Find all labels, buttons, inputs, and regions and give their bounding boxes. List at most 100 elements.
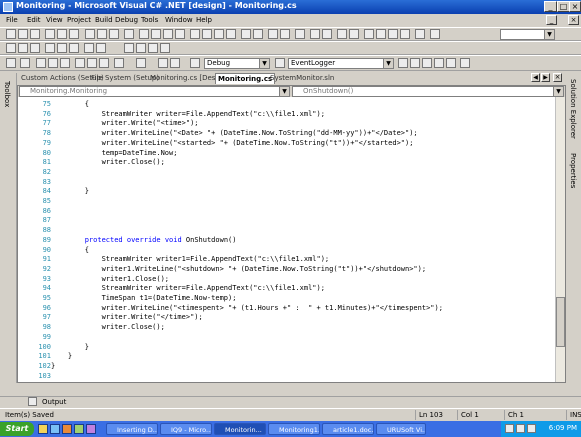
align-left-icon[interactable]	[6, 29, 16, 39]
vspace-dec-icon[interactable]	[214, 29, 224, 39]
grid-icon[interactable]	[124, 29, 134, 39]
hspace-icon[interactable]	[139, 29, 149, 39]
minimize-button[interactable]: _	[544, 1, 557, 12]
save-icon[interactable]	[48, 58, 58, 68]
menu-file[interactable]: File	[6, 16, 18, 24]
start-debug-icon[interactable]	[190, 58, 200, 68]
toolbox-icon[interactable]	[434, 58, 444, 68]
vertical-scrollbar[interactable]	[555, 97, 565, 382]
redo-icon[interactable]	[136, 58, 146, 68]
code-line[interactable]: writer.Close();	[51, 322, 165, 333]
bring-front-icon[interactable]	[268, 29, 278, 39]
class-dropdown[interactable]: Monitoring.Monitoring ▼	[19, 86, 290, 97]
code-line[interactable]: }	[51, 361, 55, 372]
toolbar-options-icon[interactable]	[460, 58, 470, 68]
quicklaunch-app2-icon[interactable]	[86, 424, 96, 434]
open-icon[interactable]	[36, 58, 46, 68]
tray-network-icon[interactable]	[505, 424, 514, 433]
align-center-icon[interactable]	[18, 29, 28, 39]
menu-edit[interactable]: Edit	[27, 16, 41, 24]
next-bookmark-icon[interactable]	[376, 29, 386, 39]
nav-forward-icon[interactable]	[170, 58, 180, 68]
copy-icon[interactable]	[87, 58, 97, 68]
code-line[interactable]: }	[51, 186, 89, 197]
member-dropdown[interactable]: OnShutdown() ▼	[292, 86, 564, 97]
taskbar-button[interactable]: URUSoft Vi...	[376, 423, 426, 435]
code-line[interactable]: writer.Close();	[51, 157, 165, 168]
arrange-icon[interactable]	[124, 43, 134, 53]
lock-icon[interactable]	[160, 43, 170, 53]
save-all-icon[interactable]	[60, 58, 70, 68]
menu-window[interactable]: Window	[165, 16, 193, 24]
center-vertical-icon[interactable]	[253, 29, 263, 39]
properties-icon[interactable]	[422, 58, 432, 68]
undo-icon[interactable]	[114, 58, 124, 68]
add-item-icon[interactable]	[20, 58, 30, 68]
close-document-icon[interactable]: ×	[553, 73, 562, 82]
order-icon[interactable]	[136, 43, 146, 53]
size-both-icon[interactable]	[109, 29, 119, 39]
menu-tools[interactable]: Tools	[141, 16, 158, 24]
find-in-files-icon[interactable]	[275, 58, 285, 68]
tray-app-icon[interactable]	[527, 424, 536, 433]
quicklaunch-ie-icon[interactable]	[38, 424, 48, 434]
menu-project[interactable]: Project	[67, 16, 91, 24]
close-button[interactable]: ×	[569, 1, 581, 12]
solution-explorer-icon[interactable]	[410, 58, 420, 68]
vspace-inc-icon[interactable]	[202, 29, 212, 39]
prev-bookmark-icon[interactable]	[388, 29, 398, 39]
align-middle-icon[interactable]	[57, 29, 67, 39]
hspace-remove-icon[interactable]	[175, 29, 185, 39]
mdi-close-button[interactable]: ×	[568, 15, 579, 25]
align-grid-icon[interactable]	[6, 43, 16, 53]
toolbar-combo[interactable]: ▼	[500, 29, 555, 40]
tab-system-monitor-sln[interactable]: SystemMonitor.sln	[270, 73, 334, 84]
align-bottoms-icon[interactable]	[84, 43, 94, 53]
vspace-icon[interactable]	[190, 29, 200, 39]
align-tops-icon[interactable]	[57, 43, 67, 53]
new-project-icon[interactable]	[6, 58, 16, 68]
indent-icon[interactable]	[310, 29, 320, 39]
size-width-icon[interactable]	[85, 29, 95, 39]
lock-controls-icon[interactable]	[295, 29, 305, 39]
code-area[interactable]: { StreamWriter writer=File.AppendText("c…	[51, 97, 555, 382]
output-tab[interactable]: Output	[42, 398, 66, 406]
nav-back-icon[interactable]	[158, 58, 168, 68]
cut-icon[interactable]	[75, 58, 85, 68]
align-centers-icon[interactable]	[30, 43, 40, 53]
start-button[interactable]: Start	[0, 422, 34, 436]
tray-volume-icon[interactable]	[516, 424, 525, 433]
taskbar-button[interactable]: Inserting D...	[106, 423, 158, 435]
taskbar-button[interactable]: IQ9 - Micro...	[160, 423, 212, 435]
tab-order-icon[interactable]	[148, 43, 158, 53]
hspace-dec-icon[interactable]	[163, 29, 173, 39]
find-combo[interactable]: EventLogger ▼	[288, 58, 394, 69]
align-rights-icon[interactable]	[45, 43, 55, 53]
clear-bookmark-icon[interactable]	[400, 29, 410, 39]
comment-icon[interactable]	[337, 29, 347, 39]
quicklaunch-media-icon[interactable]	[62, 424, 72, 434]
uncomment-icon[interactable]	[349, 29, 359, 39]
quicklaunch-desktop-icon[interactable]	[50, 424, 60, 434]
find-icon[interactable]	[398, 58, 408, 68]
outdent-icon[interactable]	[322, 29, 332, 39]
solution-config-select[interactable]: Debug ▼	[204, 58, 270, 69]
mdi-minimize-button[interactable]: _	[546, 15, 557, 25]
tab-file-system[interactable]: File System (Setup)	[91, 73, 159, 84]
solution-explorer-tab[interactable]: Solution Explorer	[569, 79, 577, 139]
center-horizontal-icon[interactable]	[241, 29, 251, 39]
align-lefts-icon[interactable]	[18, 43, 28, 53]
bookmark-icon[interactable]	[364, 29, 374, 39]
vspace-remove-icon[interactable]	[226, 29, 236, 39]
quicklaunch-app-icon[interactable]	[74, 424, 84, 434]
align-bottom-icon[interactable]	[69, 29, 79, 39]
send-back-icon[interactable]	[280, 29, 290, 39]
align-top-icon[interactable]	[45, 29, 55, 39]
taskbar-button[interactable]: article1.doc...	[322, 423, 374, 435]
make-same-icon[interactable]	[96, 43, 106, 53]
menu-build[interactable]: Build	[95, 16, 113, 24]
align-right-icon[interactable]	[30, 29, 40, 39]
size-height-icon[interactable]	[97, 29, 107, 39]
toolbox-tab[interactable]: Toolbox	[3, 81, 11, 107]
tab-monitoring-cs[interactable]: Monitoring.cs	[215, 73, 276, 84]
